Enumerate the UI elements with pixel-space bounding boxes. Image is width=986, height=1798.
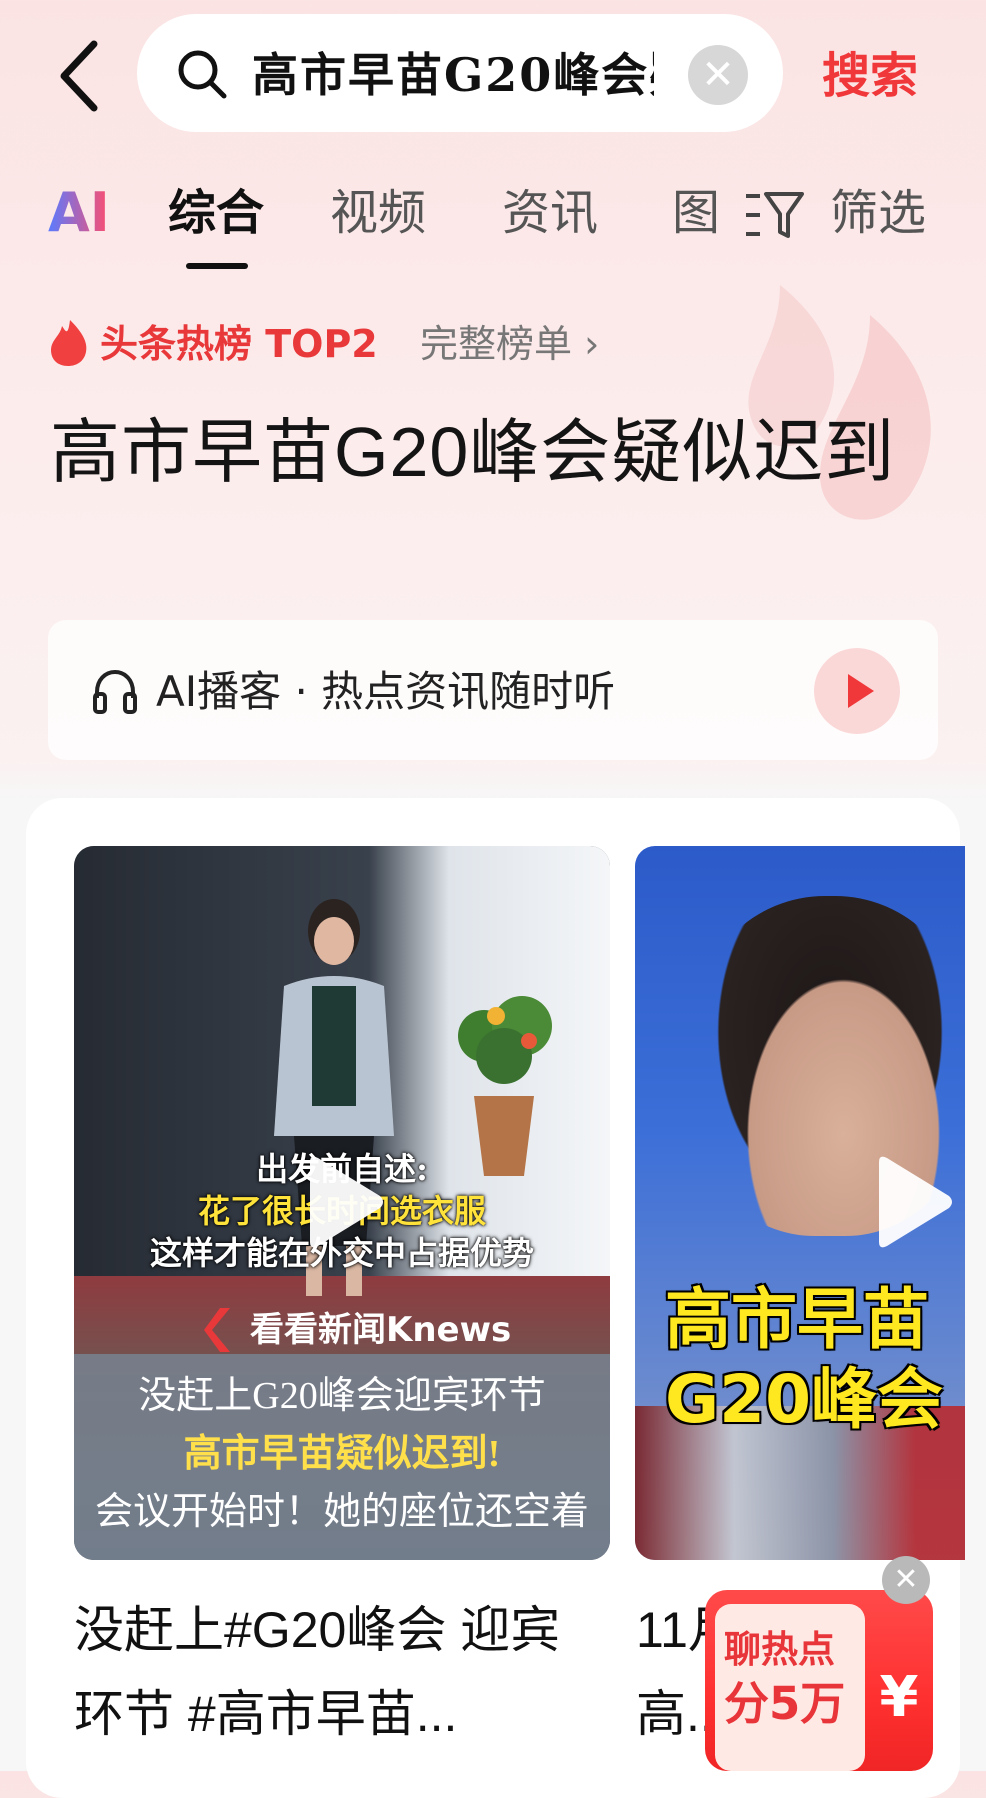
hot-list-rank[interactable]: 头条热榜 TOP2 bbox=[100, 316, 378, 372]
banner-line-3: 会议开始时！她的座位还空着 bbox=[94, 1491, 589, 1533]
result-title-1[interactable]: 没赶上#G20峰会 迎宾环节 #高市早苗... bbox=[74, 1588, 594, 1756]
clear-icon[interactable]: ✕ bbox=[688, 45, 748, 105]
full-list-link[interactable]: 完整榜单 › bbox=[420, 316, 599, 372]
search-icon bbox=[178, 50, 227, 99]
play-icon bbox=[848, 674, 874, 708]
headphone-icon bbox=[93, 669, 137, 714]
search-query[interactable]: 高市早苗G20峰会疑 bbox=[252, 40, 654, 110]
video-thumbnail-1[interactable]: 出发前自述: 花了很长时间选衣服 这样才能在外交中占据优势 看看新闻Knews … bbox=[74, 846, 610, 1560]
tab-news[interactable]: 资讯 bbox=[502, 178, 598, 248]
search-button[interactable]: 搜索 bbox=[822, 36, 952, 116]
tab-ai[interactable]: AI bbox=[48, 178, 110, 248]
video-thumbnail-2[interactable]: 高市早苗 G20峰会 bbox=[635, 846, 965, 1560]
promo-line-2: 分5万 bbox=[724, 1677, 846, 1730]
play-icon[interactable] bbox=[865, 1154, 955, 1250]
filter-icon[interactable] bbox=[744, 188, 804, 242]
banner-line-2: 高市早苗疑似迟到! bbox=[183, 1433, 501, 1475]
fire-icon bbox=[51, 320, 87, 366]
yen-icon: ¥ bbox=[879, 1665, 919, 1730]
tab-comprehensive[interactable]: 综合 bbox=[168, 178, 264, 248]
banner-line-1: 没赶上G20峰会迎宾环节 bbox=[138, 1375, 546, 1417]
source-watermark: 看看新闻Knews bbox=[250, 1310, 512, 1350]
promo-line-1: 聊热点 bbox=[724, 1628, 835, 1671]
tab-filter[interactable]: 筛选 bbox=[830, 178, 926, 248]
podcast-play-button[interactable] bbox=[814, 648, 900, 734]
tab-active-indicator bbox=[186, 263, 248, 269]
close-icon[interactable]: ✕ bbox=[882, 1556, 930, 1604]
podcast-label: AI播客 · 热点资讯随时听 bbox=[156, 667, 616, 716]
back-arrow-icon[interactable] bbox=[52, 36, 112, 116]
headline-title[interactable]: 高市早苗G20峰会疑似迟到 bbox=[50, 400, 930, 504]
tab-video[interactable]: 视频 bbox=[330, 178, 426, 248]
tab-images[interactable]: 图 bbox=[672, 178, 720, 248]
overlay-caption-2: G20峰会 bbox=[665, 1361, 944, 1438]
play-icon[interactable] bbox=[296, 1154, 386, 1250]
knews-logo-icon bbox=[204, 1308, 230, 1352]
